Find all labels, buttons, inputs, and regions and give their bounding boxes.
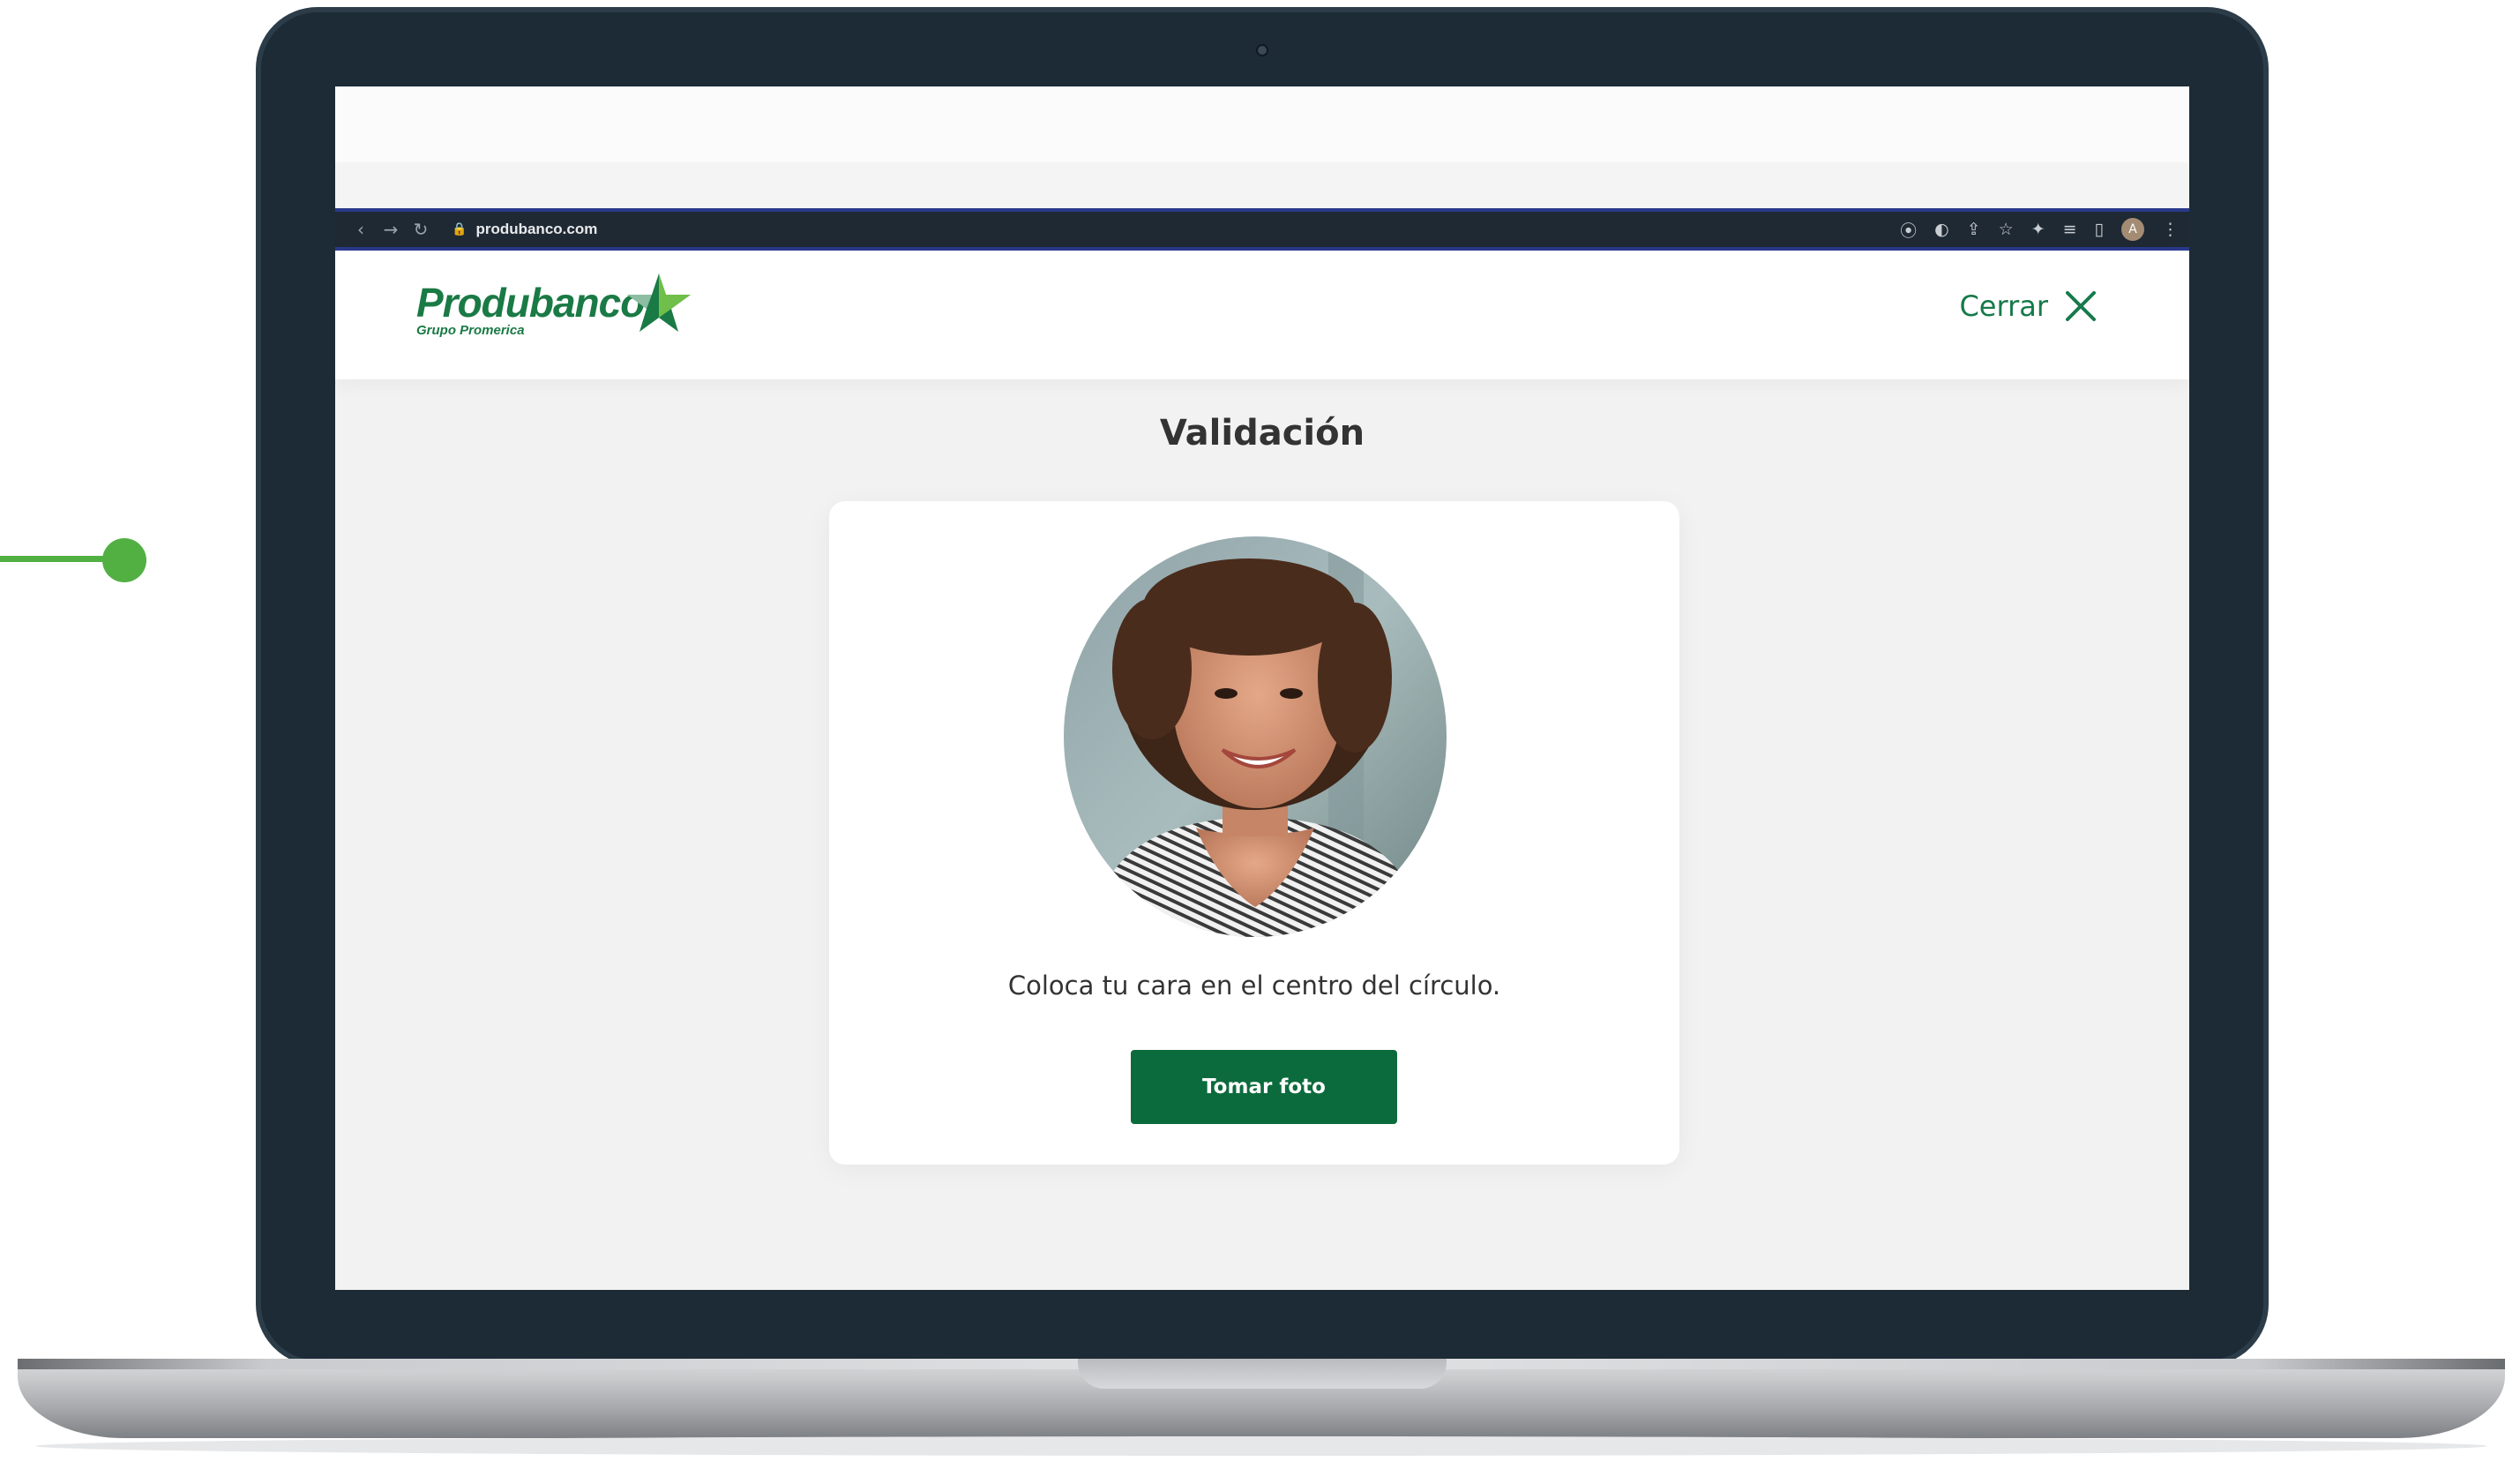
webcam-icon [1256, 44, 1268, 56]
face-capture-photo [1064, 536, 1447, 937]
google-icon[interactable]: ◐ [1934, 220, 1949, 239]
lock-icon: 🔒 [452, 222, 467, 236]
close-label: Cerrar [1959, 289, 2048, 323]
logo-brand-name: Produbanco [416, 280, 645, 326]
extensions-toolbar: ⦿ ◐ ⇪ ☆ ✦ ≡ ▯ A ⋮ [1900, 218, 2179, 242]
close-button[interactable]: Cerrar [1959, 289, 2098, 323]
take-photo-button[interactable]: Tomar foto [1131, 1050, 1397, 1124]
page-title: Validación [1159, 413, 1365, 453]
bookmark-star-icon[interactable]: ☆ [1999, 220, 2014, 239]
address-bar: ‹ → ↻ 🔒 produbanco.com ⦿ ◐ ⇪ ☆ ✦ ≡ ▯ A ⋮ [335, 208, 2189, 251]
extension-icon-1[interactable]: ⦿ [1900, 218, 1917, 242]
reading-list-icon[interactable]: ≡ [2063, 220, 2077, 239]
close-icon [2066, 291, 2096, 321]
menu-kebab-icon[interactable]: ⋮ [2162, 220, 2179, 239]
laptop-notch [1078, 1359, 1447, 1389]
puzzle-icon[interactable]: ✦ [2031, 220, 2045, 239]
produbanco-logo[interactable]: Produbanco Grupo Promerica [416, 274, 691, 338]
laptop-shadow [35, 1436, 2487, 1456]
window-top-bar [335, 86, 2189, 162]
page-header: Produbanco Grupo Promerica Cerrar [335, 251, 2189, 379]
tab-strip [335, 162, 2189, 208]
validation-card: Coloca tu cara en el centro del círculo.… [829, 501, 1679, 1165]
connector-line [0, 556, 115, 562]
instruction-text: Coloca tu cara en el centro del círculo. [1007, 971, 1501, 1001]
forward-icon[interactable]: → [376, 219, 406, 240]
corner-arc [2458, 0, 2520, 53]
url-field[interactable]: produbanco.com [475, 221, 597, 238]
back-icon[interactable]: ‹ [346, 219, 376, 240]
profile-avatar[interactable]: A [2121, 218, 2144, 241]
connector-dot [102, 538, 146, 582]
side-panel-icon[interactable]: ▯ [2095, 220, 2104, 239]
laptop-screen: ‹ → ↻ 🔒 produbanco.com ⦿ ◐ ⇪ ☆ ✦ ≡ ▯ A ⋮… [335, 86, 2189, 1290]
share-icon[interactable]: ⇪ [1967, 220, 1981, 239]
reload-icon[interactable]: ↻ [406, 219, 436, 240]
star-logo-icon [627, 274, 691, 332]
